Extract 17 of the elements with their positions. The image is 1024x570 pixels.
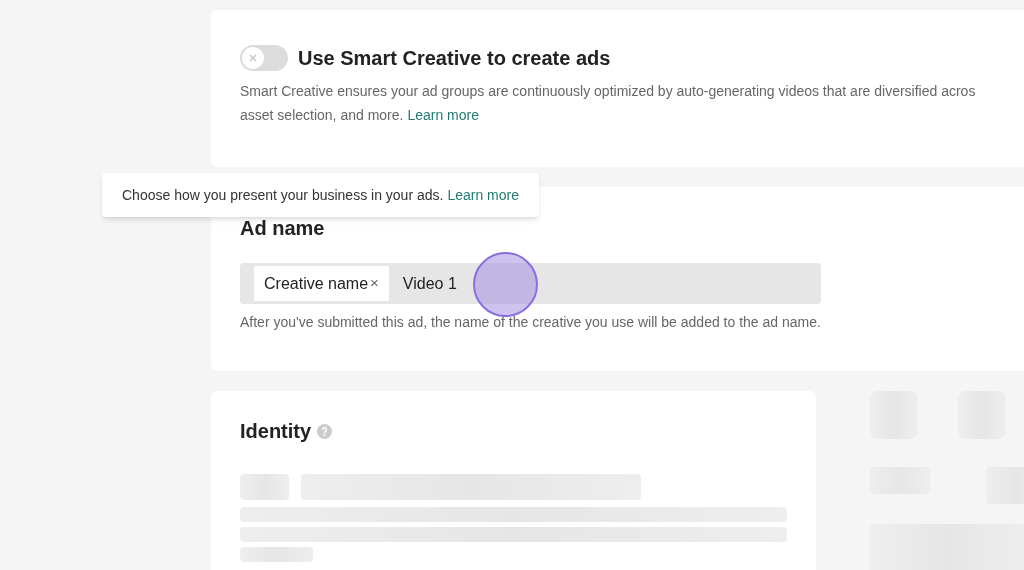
ad-name-field[interactable]: Creative name× Video 1 xyxy=(240,263,821,304)
tag-remove-button[interactable]: × xyxy=(370,272,379,295)
description-text: Smart Creative ensures your ad groups are continuously optimized by auto-generating videos that are diversified acros xyxy=(240,82,977,101)
section-title: Ad name xyxy=(240,216,326,241)
help-icon xyxy=(317,423,333,439)
description-text: asset selection, and more. xyxy=(240,106,404,125)
tooltip-text: Choose how you present your business in your ads. xyxy=(122,185,444,205)
tag-label: Creative name xyxy=(264,273,369,294)
hint-text: After you've submitted this ad, the name of the creative you use will be added to the ad name. xyxy=(240,313,822,332)
toggle-switch[interactable] xyxy=(240,45,288,71)
close-icon xyxy=(248,53,258,63)
learn-more-link[interactable]: Learn more xyxy=(407,103,479,127)
skeleton-bar xyxy=(240,474,289,500)
learn-more-link[interactable]: Learn more xyxy=(447,184,519,206)
section-title: Identity xyxy=(240,419,312,444)
field-value: Video 1 xyxy=(402,273,457,294)
section-title: Use Smart Creative to create ads xyxy=(298,46,611,71)
